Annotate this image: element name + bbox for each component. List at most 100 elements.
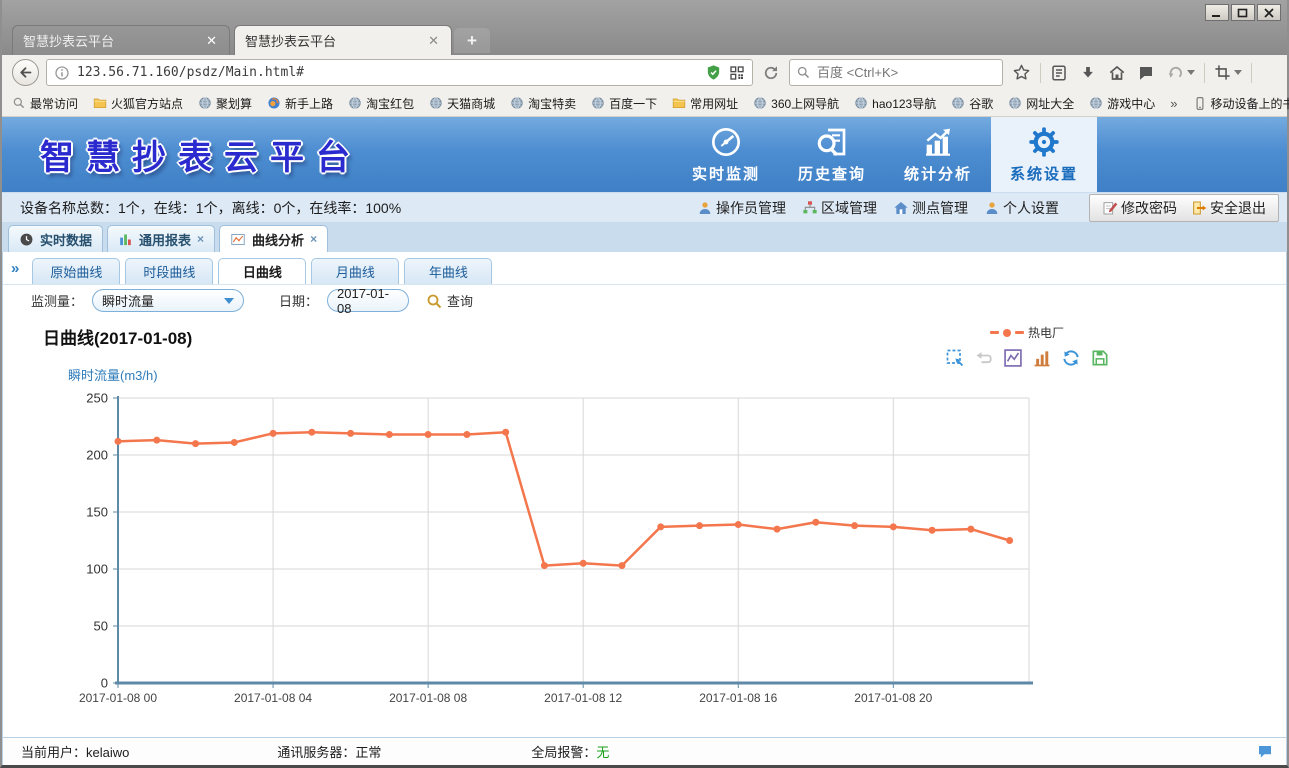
tab-close-icon[interactable]: ✕ bbox=[204, 33, 219, 49]
bookmark-item[interactable]: 百度一下 bbox=[591, 95, 657, 112]
bookmark-item[interactable]: 淘宝红包 bbox=[348, 95, 414, 112]
bookmark-item[interactable]: 网址大全 bbox=[1008, 95, 1074, 112]
curve-tab-yearly[interactable]: 年曲线 bbox=[404, 258, 492, 284]
menu-button[interactable] bbox=[1259, 66, 1277, 80]
tab-close-icon[interactable]: × bbox=[310, 232, 317, 246]
link-operator-mgmt[interactable]: 操作员管理 bbox=[697, 198, 786, 218]
tab-close-icon[interactable]: × bbox=[197, 232, 204, 246]
legend-label: 热电厂 bbox=[1028, 324, 1064, 341]
bookmark-label: hao123导航 bbox=[872, 95, 936, 112]
bookmark-item[interactable]: 天猫商城 bbox=[429, 95, 495, 112]
browser-tab-2[interactable]: 智慧抄表云平台 ✕ bbox=[234, 25, 452, 55]
bookmark-item[interactable]: 聚划算 bbox=[198, 95, 252, 112]
browser-tab-1[interactable]: 智慧抄表云平台 ✕ bbox=[12, 25, 230, 55]
curve-chart[interactable]: 0501001502002502017-01-08 002017-01-08 0… bbox=[43, 386, 1033, 711]
bookmark-label: 淘宝特卖 bbox=[528, 95, 576, 112]
minimize-button[interactable] bbox=[1205, 4, 1229, 21]
monitor-label: 监测量： bbox=[31, 291, 83, 310]
bookmark-label: 聚划算 bbox=[216, 95, 252, 112]
tab-curve-analysis[interactable]: 曲线分析 × bbox=[219, 225, 328, 252]
query-button[interactable]: 查询 bbox=[426, 291, 473, 310]
nav-item-history-query[interactable]: 历史查询 bbox=[779, 117, 885, 192]
bookmark-item[interactable]: 游戏中心 bbox=[1089, 95, 1155, 112]
chevron-down-icon[interactable] bbox=[1234, 70, 1242, 75]
bookmark-item[interactable]: 谷歌 bbox=[951, 95, 993, 112]
close-button[interactable] bbox=[1257, 4, 1281, 21]
bookmark-item[interactable]: hao123导航 bbox=[854, 95, 936, 112]
globe-icon bbox=[348, 96, 362, 110]
back-button[interactable] bbox=[12, 59, 39, 86]
chevron-down-icon[interactable] bbox=[1187, 70, 1195, 75]
collapse-button[interactable]: » bbox=[11, 260, 19, 277]
tab-close-icon[interactable]: ✕ bbox=[426, 33, 441, 49]
toolbox-bar-chart-button[interactable] bbox=[1032, 348, 1052, 368]
edit-pencil-icon bbox=[1102, 200, 1118, 216]
globe-icon bbox=[1089, 96, 1103, 110]
svg-text:0: 0 bbox=[101, 676, 108, 691]
undo-button[interactable] bbox=[1164, 62, 1197, 84]
link-point-mgmt[interactable]: 测点管理 bbox=[893, 198, 968, 218]
svg-text:150: 150 bbox=[86, 505, 108, 520]
nav-item-realtime-monitor[interactable]: 实时监测 bbox=[673, 117, 779, 192]
bookmark-item[interactable]: 新手上路 bbox=[267, 95, 333, 112]
bookmark-item[interactable]: 最常访问 bbox=[12, 95, 78, 112]
search-input[interactable] bbox=[817, 65, 996, 80]
curve-tab-period[interactable]: 时段曲线 bbox=[125, 258, 213, 284]
svg-text:200: 200 bbox=[86, 448, 108, 463]
gauge-icon bbox=[710, 126, 742, 158]
clip-button[interactable] bbox=[1212, 62, 1244, 83]
curve-chart-icon bbox=[230, 232, 246, 247]
url-bar[interactable]: 123.56.71.160/psdz/Main.html# bbox=[46, 59, 753, 86]
window-titlebar[interactable]: 智慧抄表云平台 ✕ 智慧抄表云平台 ✕ + bbox=[2, 0, 1287, 55]
qr-code-icon[interactable] bbox=[729, 65, 745, 81]
firefox-icon bbox=[267, 96, 281, 110]
bookmark-item[interactable]: 火狐官方站点 bbox=[93, 95, 183, 112]
browser-tab-title: 智慧抄表云平台 bbox=[245, 31, 426, 50]
home-button[interactable] bbox=[1106, 62, 1128, 84]
library-button[interactable] bbox=[1048, 62, 1070, 84]
monitor-select[interactable]: 瞬时流量 bbox=[92, 289, 244, 312]
toolbox-save-image-button[interactable] bbox=[1090, 348, 1110, 368]
date-input[interactable]: 2017-01-08 bbox=[327, 289, 409, 312]
change-password-button[interactable]: 修改密码 bbox=[1102, 198, 1177, 218]
search-box[interactable] bbox=[789, 59, 1003, 86]
toolbox-restore-button[interactable] bbox=[1061, 348, 1081, 368]
curve-tab-daily[interactable]: 日曲线 bbox=[218, 258, 306, 284]
tab-general-report[interactable]: 通用报表 × bbox=[107, 225, 215, 252]
downloads-button[interactable] bbox=[1077, 62, 1099, 84]
link-personal-settings[interactable]: 个人设置 bbox=[984, 198, 1059, 218]
bookmark-item[interactable]: 常用网址 bbox=[672, 95, 738, 112]
nav-item-system-settings[interactable]: 系统设置 bbox=[991, 117, 1097, 192]
workspace-tabbar: 实时数据 通用报表 × 曲线分析 × bbox=[2, 222, 1287, 252]
maximize-button[interactable] bbox=[1231, 4, 1255, 21]
bookmark-item[interactable]: 淘宝特卖 bbox=[510, 95, 576, 112]
chat-bubble-icon[interactable] bbox=[1256, 743, 1274, 761]
filter-row: 监测量： 瞬时流量 日期： 2017-01-08 查询 bbox=[3, 284, 1286, 316]
legend-line-icon bbox=[1015, 331, 1024, 334]
new-tab-button[interactable]: + bbox=[454, 28, 490, 53]
url-field[interactable]: 123.56.71.160/psdz/Main.html# bbox=[77, 65, 698, 80]
bookmark-item[interactable]: 360上网导航 bbox=[753, 95, 839, 112]
legend-item[interactable]: 热电厂 bbox=[990, 324, 1064, 341]
monitor-value: 瞬时流量 bbox=[102, 291, 154, 310]
messenger-button[interactable] bbox=[1135, 62, 1157, 84]
globe-icon bbox=[591, 96, 605, 110]
bookmark-label: 新手上路 bbox=[285, 95, 333, 112]
nav-item-stats-analysis[interactable]: 统计分析 bbox=[885, 117, 991, 192]
toolbox-zoom-reset-button[interactable] bbox=[974, 348, 994, 368]
toolbox-zoom-button[interactable] bbox=[945, 348, 965, 368]
bookmark-star-button[interactable] bbox=[1010, 61, 1033, 84]
bookmarks-overflow-button[interactable]: » bbox=[1170, 96, 1177, 111]
tab-realtime-data[interactable]: 实时数据 bbox=[8, 225, 103, 252]
logout-button[interactable]: 安全退出 bbox=[1191, 198, 1266, 218]
refresh-button[interactable] bbox=[760, 62, 782, 84]
curve-tab-monthly[interactable]: 月曲线 bbox=[311, 258, 399, 284]
link-area-mgmt[interactable]: 区域管理 bbox=[802, 198, 877, 218]
legend-dot-icon bbox=[1003, 329, 1011, 337]
status-footer: 当前用户：kelaiwo 通讯服务器：正常 全局报警： 无 bbox=[3, 737, 1286, 765]
shield-icon[interactable] bbox=[705, 64, 722, 81]
mobile-bookmarks-button[interactable]: 移动设备上的书签 bbox=[1193, 95, 1289, 112]
curve-tab-original[interactable]: 原始曲线 bbox=[32, 258, 120, 284]
toolbox-line-chart-button[interactable] bbox=[1003, 348, 1023, 368]
info-icon[interactable] bbox=[54, 65, 70, 81]
